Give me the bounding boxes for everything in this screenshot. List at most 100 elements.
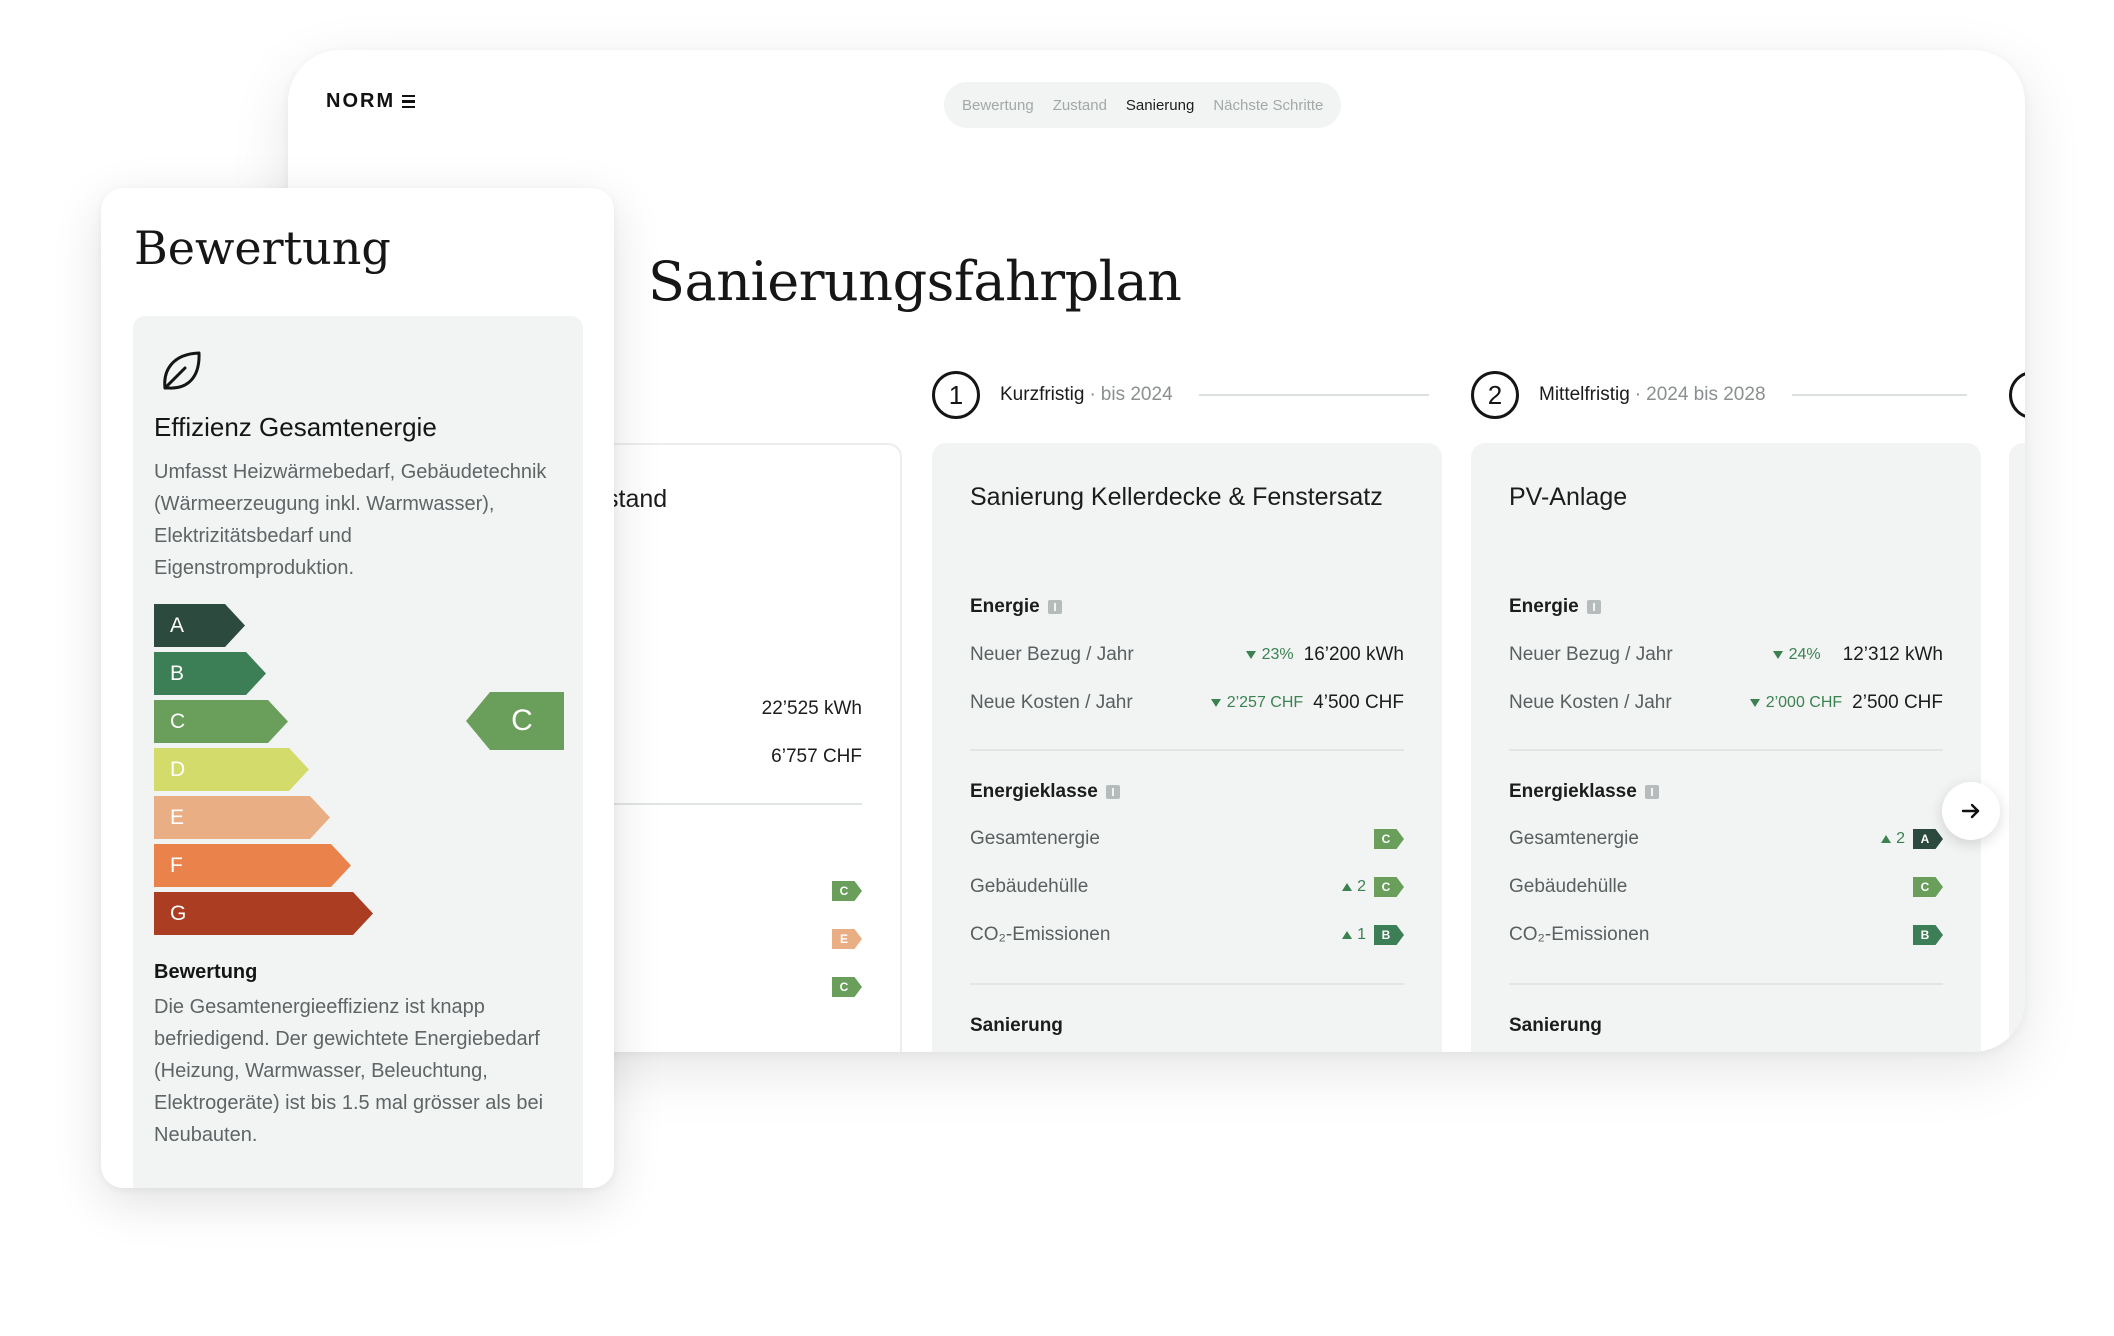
efficiency-description: Umfasst Heizwärmebedarf, Gebäudetechnik … xyxy=(154,461,547,579)
card-divider xyxy=(970,749,1404,751)
energie-heading: Energie xyxy=(970,596,1062,618)
energie-label: Energie xyxy=(970,596,1040,617)
gesamt-label: Gesamtenergie xyxy=(970,828,1100,849)
scale-bar-e: E xyxy=(154,796,330,839)
co2-label: CO₂-Emissionen xyxy=(970,924,1111,945)
phase-number: 2 xyxy=(1471,371,1519,419)
gesamt-label: Gesamtenergie xyxy=(1509,828,1639,849)
gesamt-row: Gesamtenergie 2 A xyxy=(1509,825,1943,853)
phase-range: 2024 bis 2028 xyxy=(1646,384,1766,405)
energy-class-badge: A xyxy=(1913,829,1943,849)
energie-label: Energie xyxy=(1509,596,1579,617)
measure-card-1[interactable]: Sanierung Kellerdecke & Fenstersatz Ener… xyxy=(932,443,1442,1052)
improvement: 1 xyxy=(1342,926,1366,944)
huelle-label: Gebäudehülle xyxy=(1509,876,1628,897)
measure-card-3[interactable] xyxy=(2009,443,2025,1052)
bezug-delta: 24% xyxy=(1772,646,1821,664)
sanierung-heading: Sanierung xyxy=(970,1015,1063,1036)
phase-label: Kurzfristig xyxy=(1000,384,1085,405)
scale-bar-f: F xyxy=(154,844,351,887)
bewertung-panel: Bewertung Effizienz Gesamtenergie Umfass… xyxy=(101,188,614,1188)
info-icon[interactable] xyxy=(1586,600,1601,614)
section-nav: Bewertung Zustand Sanierung Nächste Schr… xyxy=(944,82,1342,128)
energy-class-badge: E xyxy=(832,929,862,949)
card-title: PV-Anlage xyxy=(1509,483,1628,511)
huelle-row: Gebäudehülle 2 C xyxy=(970,873,1404,901)
huelle-label: Gebäudehülle xyxy=(970,876,1089,897)
phase-number: 1 xyxy=(932,371,980,419)
energieklasse-label: Energieklasse xyxy=(1509,781,1637,802)
increase-icon xyxy=(1342,931,1353,939)
kosten-value: 4’500 CHF xyxy=(1313,692,1404,713)
card-title: stand xyxy=(606,485,668,513)
energy-class-badge: C xyxy=(1374,829,1404,849)
phase-separator: · xyxy=(1089,384,1096,405)
bezug-delta: 23% xyxy=(1245,646,1294,664)
phase-number: 3 xyxy=(2009,371,2025,419)
energieklasse-heading: Energieklasse xyxy=(970,781,1120,803)
kosten-delta: 2’000 CHF xyxy=(1749,694,1842,712)
card-title: Sanierung Kellerdecke & Fenstersatz xyxy=(970,483,1383,511)
efficiency-title: Effizienz Gesamtenergie xyxy=(154,412,437,442)
nav-item-naechste-schritte[interactable]: Nächste Schritte xyxy=(1213,97,1323,114)
nav-item-zustand[interactable]: Zustand xyxy=(1053,97,1107,114)
energy-class-badge: B xyxy=(1374,925,1404,945)
kosten-label: Neue Kosten / Jahr xyxy=(970,692,1133,713)
phase-header-3: 3 xyxy=(2009,370,2025,420)
current-kosten-value: 6’757 CHF xyxy=(771,746,862,767)
energy-class-badge: C xyxy=(1913,877,1943,897)
co2-label: CO₂-Emissionen xyxy=(1509,924,1650,945)
phase-line xyxy=(1198,394,1429,396)
bezug-row: Neuer Bezug / Jahr 24% 12’312 kWh xyxy=(1509,641,1943,669)
menu-icon xyxy=(402,94,416,109)
bezug-value: 16’200 kWh xyxy=(1303,644,1404,665)
leaf-icon xyxy=(163,351,201,390)
energy-class-badge: C xyxy=(832,881,862,901)
card-divider xyxy=(970,983,1404,985)
current-bezug-value: 22’525 kWh xyxy=(761,698,862,719)
bezug-value: 12’312 kWh xyxy=(1842,644,1943,665)
phase-label: Mittelfristig xyxy=(1539,384,1630,405)
bezug-label: Neuer Bezug / Jahr xyxy=(1509,644,1673,665)
info-icon[interactable] xyxy=(1644,785,1659,799)
phase-range: bis 2024 xyxy=(1100,384,1173,405)
panel-title: Bewertung xyxy=(134,221,391,275)
card-divider xyxy=(1509,983,1943,985)
kosten-row: Neue Kosten / Jahr 2’257 CHF 4’500 CHF xyxy=(970,689,1404,717)
increase-icon xyxy=(1342,883,1353,891)
decrease-icon xyxy=(1772,651,1783,659)
info-icon[interactable] xyxy=(1047,600,1062,614)
decrease-icon xyxy=(1245,651,1256,659)
energieklasse-label: Energieklasse xyxy=(970,781,1098,802)
nav-item-bewertung[interactable]: Bewertung xyxy=(962,97,1034,114)
nav-item-sanierung[interactable]: Sanierung xyxy=(1126,97,1194,114)
energy-class-badge: C xyxy=(832,977,862,997)
increase-icon xyxy=(1881,835,1892,843)
info-icon[interactable] xyxy=(1105,785,1120,799)
kosten-value: 2’500 CHF xyxy=(1852,692,1943,713)
phase-header-2: 2 Mittelfristig · 2024 bis 2028 xyxy=(1471,370,1967,420)
bewertung-subtitle: Bewertung xyxy=(154,961,258,983)
scale-bar-d: D xyxy=(154,748,309,791)
scale-bar-b: B xyxy=(154,652,266,695)
improvement: 2 xyxy=(1881,830,1905,848)
arrow-right-icon xyxy=(1961,803,1980,819)
kosten-delta: 2’257 CHF xyxy=(1210,694,1303,712)
decrease-icon xyxy=(1210,699,1221,707)
phase-line xyxy=(1791,394,1967,396)
bezug-row: Neuer Bezug / Jahr 23% 16’200 kWh xyxy=(970,641,1404,669)
energy-class-badge: C xyxy=(1374,877,1404,897)
energy-class-badge: B xyxy=(1913,925,1943,945)
decrease-icon xyxy=(1749,699,1760,707)
efficiency-card: Effizienz Gesamtenergie Umfasst Heizwärm… xyxy=(133,316,583,1188)
kosten-row: Neue Kosten / Jahr 2’000 CHF 2’500 CHF xyxy=(1509,689,1943,717)
scale-bar-g: G xyxy=(154,892,373,935)
bewertung-text: Die Gesamtenergieeffizienz ist knapp bef… xyxy=(154,996,544,1146)
measure-card-2[interactable]: PV-Anlage Energie Neuer Bezug / Jahr 24%… xyxy=(1471,443,1981,1052)
sanierung-heading: Sanierung xyxy=(1509,1015,1602,1036)
norm-logo[interactable]: NORM xyxy=(326,90,416,113)
phase-separator: · xyxy=(1634,384,1642,405)
next-arrow-button[interactable] xyxy=(1942,782,2000,840)
energie-heading: Energie xyxy=(1509,596,1601,618)
card-divider xyxy=(1509,749,1943,751)
